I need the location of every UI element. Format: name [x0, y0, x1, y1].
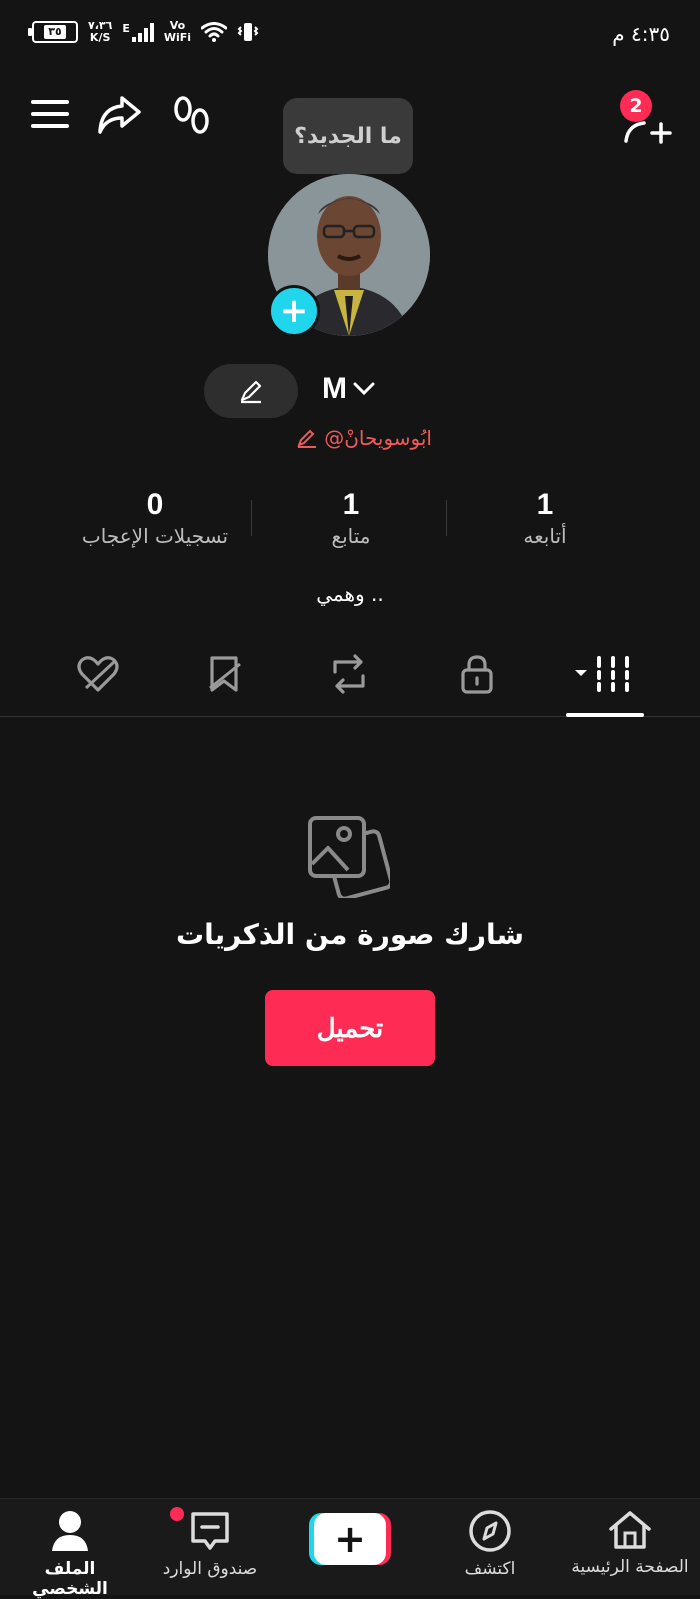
photo-icon — [306, 812, 394, 902]
edit-username-icon — [297, 429, 317, 448]
home-icon — [609, 1511, 651, 1549]
signal-icon: E — [122, 22, 154, 42]
plus-icon: + — [314, 1513, 386, 1565]
repost-icon — [333, 654, 365, 694]
tab-private[interactable] — [447, 650, 507, 698]
vibrate-icon — [237, 23, 259, 41]
nav-home[interactable]: الصفحة الرئيسية — [570, 1509, 690, 1577]
whats-new-tooltip[interactable]: ما الجديد؟ — [283, 98, 413, 174]
chevron-down-icon — [353, 382, 375, 396]
share-icon[interactable] — [96, 92, 142, 136]
nav-discover[interactable]: اكتشف — [430, 1509, 550, 1579]
active-tab-indicator — [566, 713, 644, 717]
tab-liked[interactable] — [68, 650, 128, 698]
grid-icon — [575, 656, 629, 692]
create-button[interactable]: + — [309, 1513, 391, 1565]
status-time: ٤:٣٥ م — [612, 22, 670, 46]
wifi-icon — [201, 22, 228, 42]
following-stat[interactable]: 1 أتابعه — [490, 488, 600, 548]
nav-profile[interactable]: الملف الشخصي — [10, 1509, 130, 1599]
nav-inbox[interactable]: صندوق الوارد — [150, 1509, 270, 1579]
account-switcher[interactable]: M — [322, 372, 375, 406]
inbox-icon — [191, 1512, 229, 1550]
stat-divider — [446, 500, 447, 536]
tab-favorites[interactable] — [194, 650, 254, 698]
edit-icon — [240, 380, 262, 404]
net-speed: ٧،٣٦ K/S — [88, 19, 113, 44]
tab-reposts[interactable] — [319, 650, 379, 698]
likes-stat[interactable]: 0 تسجيلات الإعجاب — [60, 488, 250, 548]
status-icons: ٣٥ ٧،٣٦ K/S E Vo WiFi — [28, 19, 259, 44]
bio: وهمي .. — [316, 582, 384, 606]
display-name: M — [322, 372, 347, 405]
followers-stat[interactable]: 1 متابع — [296, 488, 406, 548]
notification-badge: 2 — [620, 90, 652, 122]
add-avatar-button[interactable]: + — [268, 285, 320, 337]
inbox-notification-dot — [170, 1507, 184, 1521]
empty-state-title: شارك صورة من الذكريات — [175, 918, 525, 951]
bottom-nav: الصفحة الرئيسية اكتشف + صندوق الوارد الم… — [0, 1498, 700, 1599]
username[interactable]: @ابُوسويحانْ — [272, 426, 432, 450]
profile-icon — [52, 1511, 88, 1551]
vowifi-indicator: Vo WiFi — [163, 19, 192, 44]
footprints-icon[interactable] — [172, 94, 212, 138]
liked-icon — [77, 656, 119, 692]
stat-divider — [251, 500, 252, 536]
lock-icon — [461, 655, 493, 694]
bookmark-icon — [209, 656, 241, 692]
battery-icon: ٣٥ — [28, 21, 78, 43]
compass-icon — [469, 1510, 511, 1552]
edit-profile-button[interactable] — [204, 364, 298, 418]
upload-button[interactable]: تحميل — [265, 990, 435, 1066]
menu-icon[interactable] — [30, 94, 70, 134]
tab-videos[interactable] — [566, 650, 644, 698]
